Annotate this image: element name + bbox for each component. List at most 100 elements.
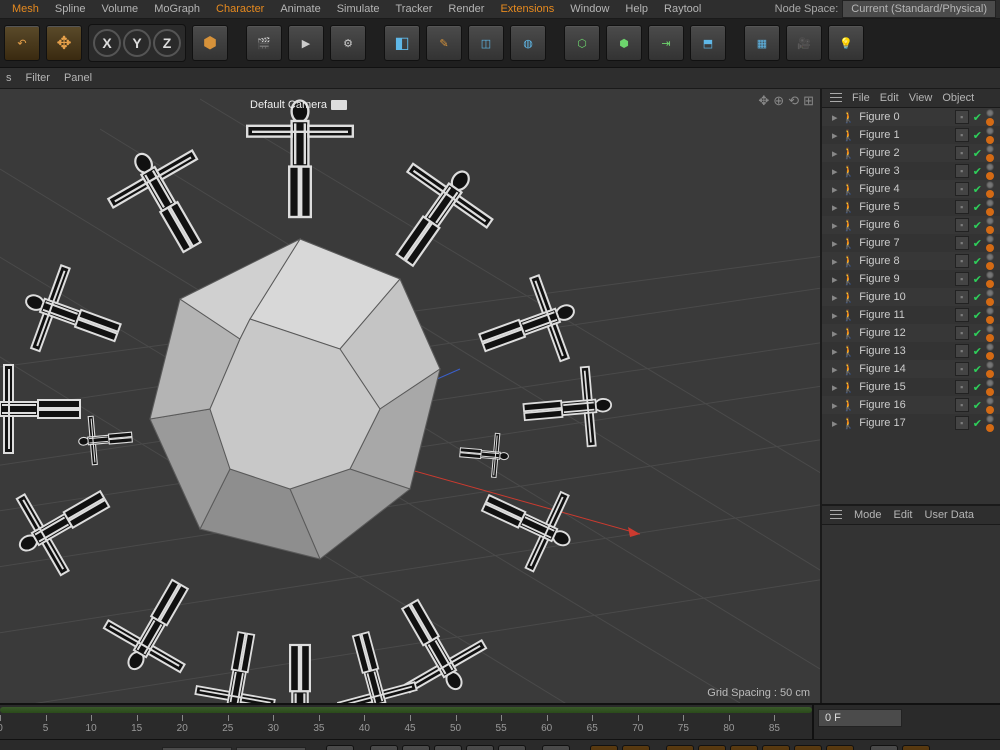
render-dots[interactable] — [986, 127, 994, 144]
object-row[interactable]: ▸🚶Figure 1▪✔ — [822, 126, 1000, 144]
visibility-toggle[interactable]: ✔ — [973, 327, 982, 340]
goto-start-button[interactable]: ⏮ — [326, 745, 354, 750]
visibility-toggle[interactable]: ✔ — [973, 183, 982, 196]
om-file[interactable]: File — [852, 92, 870, 104]
axis-x-button[interactable]: X — [93, 29, 121, 57]
layer-toggle[interactable]: ▪ — [955, 128, 969, 142]
visibility-toggle[interactable]: ✔ — [973, 147, 982, 160]
render-dots[interactable] — [986, 343, 994, 360]
layer-toggle[interactable]: ▪ — [955, 218, 969, 232]
layer-toggle[interactable]: ▪ — [955, 236, 969, 250]
menu-mesh[interactable]: Mesh — [4, 1, 47, 17]
layer-toggle[interactable]: ▪ — [955, 416, 969, 430]
axis-y-button[interactable]: Y — [123, 29, 151, 57]
prev-frame-button[interactable]: ◀ — [402, 745, 430, 750]
autokey-button[interactable]: ◉ — [622, 745, 650, 750]
visibility-toggle[interactable]: ✔ — [973, 273, 982, 286]
layer-toggle[interactable]: ▪ — [955, 290, 969, 304]
om-edit[interactable]: Edit — [880, 92, 899, 104]
visibility-toggle[interactable]: ✔ — [973, 381, 982, 394]
camera-button[interactable]: 🎥 — [786, 25, 822, 61]
marker-button[interactable]: ▥ — [902, 745, 930, 750]
pla-key-button[interactable]: ⠿ — [826, 745, 854, 750]
render-dots[interactable] — [986, 181, 994, 198]
menu-spline[interactable]: Spline — [47, 1, 94, 17]
move-tool-button[interactable]: ✥ — [46, 25, 82, 61]
node-space-value[interactable]: Current (Standard/Physical) — [842, 0, 996, 18]
visibility-toggle[interactable]: ✔ — [973, 417, 982, 430]
visibility-toggle[interactable]: ✔ — [973, 237, 982, 250]
viewport-maximize-icon[interactable]: ⊞ — [803, 93, 814, 109]
object-row[interactable]: ▸🚶Figure 4▪✔ — [822, 180, 1000, 198]
deformer-button[interactable]: ⬒ — [690, 25, 726, 61]
render-dots[interactable] — [986, 379, 994, 396]
layer-toggle[interactable]: ▪ — [955, 326, 969, 340]
render-dots[interactable] — [986, 397, 994, 414]
subbar-dropdown[interactable]: s — [6, 72, 12, 84]
object-row[interactable]: ▸🚶Figure 2▪✔ — [822, 144, 1000, 162]
record-button[interactable]: ● — [590, 745, 618, 750]
menu-simulate[interactable]: Simulate — [329, 1, 388, 17]
goto-end-button[interactable]: ⏭ — [542, 745, 570, 750]
visibility-toggle[interactable]: ✔ — [973, 255, 982, 268]
menu-animate[interactable]: Animate — [272, 1, 328, 17]
object-row[interactable]: ▸🚶Figure 14▪✔ — [822, 360, 1000, 378]
layer-toggle[interactable]: ▪ — [955, 110, 969, 124]
viewport[interactable]: Default Camera ✥ ⊕ ⟲ ⊞ Grid Spacing : 50… — [0, 89, 822, 703]
subdivision-button[interactable]: ◫ — [468, 25, 504, 61]
object-list[interactable]: ▸🚶Figure 0▪✔▸🚶Figure 1▪✔▸🚶Figure 2▪✔▸🚶Fi… — [822, 108, 1000, 506]
next-frame-button[interactable]: ▶ — [466, 745, 494, 750]
render-dots[interactable] — [986, 217, 994, 234]
layer-toggle[interactable]: ▪ — [955, 182, 969, 196]
scale-key-button[interactable]: ◧ — [730, 745, 758, 750]
viewport-zoom-icon[interactable]: ⊕ — [773, 93, 784, 109]
object-row[interactable]: ▸🚶Figure 15▪✔ — [822, 378, 1000, 396]
render-dots[interactable] — [986, 415, 994, 432]
layer-toggle[interactable]: ▪ — [955, 308, 969, 322]
visibility-toggle[interactable]: ✔ — [973, 363, 982, 376]
subbar-filter[interactable]: Filter — [26, 72, 50, 84]
prev-key-button[interactable]: ⏮ — [370, 745, 398, 750]
visibility-toggle[interactable]: ✔ — [973, 309, 982, 322]
render-dots[interactable] — [986, 271, 994, 288]
render-settings-button[interactable]: 🎬 — [246, 25, 282, 61]
current-frame-field[interactable]: 0 F — [818, 709, 902, 727]
object-row[interactable]: ▸🚶Figure 16▪✔ — [822, 396, 1000, 414]
render-dots[interactable] — [986, 163, 994, 180]
visibility-toggle[interactable]: ✔ — [973, 201, 982, 214]
param-key-button[interactable]: Ⓟ — [794, 745, 822, 750]
viewport-move-icon[interactable]: ✥ — [758, 93, 769, 109]
object-row[interactable]: ▸🚶Figure 11▪✔ — [822, 306, 1000, 324]
undo-button[interactable]: ↶ — [4, 25, 40, 61]
render-dots[interactable] — [986, 145, 994, 162]
rot-key-button[interactable]: ⟲ — [762, 745, 790, 750]
render-dots[interactable] — [986, 361, 994, 378]
visibility-toggle[interactable]: ✔ — [973, 129, 982, 142]
menu-window[interactable]: Window — [562, 1, 617, 17]
render-dots[interactable] — [986, 307, 994, 324]
timeline-ruler[interactable]: 051015202530354045505560657075808590 — [0, 705, 812, 739]
render-dots[interactable] — [986, 289, 994, 306]
menu-tracker[interactable]: Tracker — [388, 1, 441, 17]
object-row[interactable]: ▸🚶Figure 8▪✔ — [822, 252, 1000, 270]
am-edit[interactable]: Edit — [894, 509, 913, 521]
object-row[interactable]: ▸🚶Figure 6▪✔ — [822, 216, 1000, 234]
menu-render[interactable]: Render — [440, 1, 492, 17]
timeline-track[interactable] — [0, 707, 812, 713]
axis-z-button[interactable]: Z — [153, 29, 181, 57]
keyframe-sel-button[interactable]: ⚙ — [666, 745, 694, 750]
sound-button[interactable]: 🔊 — [870, 745, 898, 750]
field-button[interactable]: ⇥ — [648, 25, 684, 61]
render-dots[interactable] — [986, 109, 994, 126]
menu-extensions[interactable]: Extensions — [492, 1, 562, 17]
visibility-toggle[interactable]: ✔ — [973, 399, 982, 412]
effector-button[interactable]: ⬢ — [606, 25, 642, 61]
object-row[interactable]: ▸🚶Figure 17▪✔ — [822, 414, 1000, 432]
subbar-panel[interactable]: Panel — [64, 72, 92, 84]
menu-volume[interactable]: Volume — [93, 1, 146, 17]
next-key-button[interactable]: ⏭ — [498, 745, 526, 750]
pen-tool-button[interactable]: ✎ — [426, 25, 462, 61]
am-userdata[interactable]: User Data — [925, 509, 975, 521]
render-dots[interactable] — [986, 199, 994, 216]
menu-mograph[interactable]: MoGraph — [146, 1, 208, 17]
